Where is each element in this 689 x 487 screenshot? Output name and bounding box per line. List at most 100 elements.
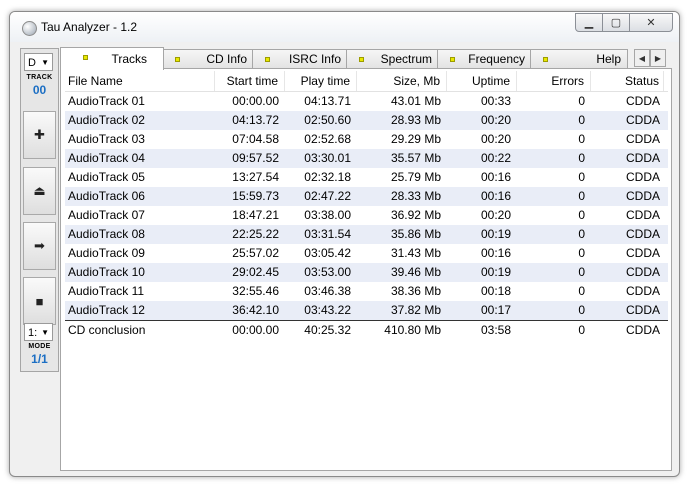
column-header-errors[interactable]: Errors: [517, 71, 591, 91]
arrow-right-icon: ▶: [654, 53, 662, 63]
table-row[interactable]: AudioTrack 06 15:59.73 02:47.22 28.33 Mb 00:…: [65, 187, 668, 206]
table-cell: 36:42.10: [232, 303, 279, 317]
tab-frequency[interactable]: Frequency: [437, 49, 532, 68]
table-cell: 0: [578, 246, 585, 260]
table-cell: 03:58: [480, 323, 511, 337]
mode-select[interactable]: 1: ▼: [24, 323, 53, 341]
table-row[interactable]: AudioTrack 05 13:27.54 02:32.18 25.79 Mb 00:…: [65, 168, 668, 187]
tab-label: ISRC Info: [288, 52, 341, 66]
table-cell: AudioTrack 04: [68, 151, 145, 165]
table-cell: 0: [578, 132, 585, 146]
column-header-start-time[interactable]: Start time: [215, 71, 285, 91]
table-row[interactable]: AudioTrack 01 00:00.00 04:13.71 43.01 Mb 00:…: [65, 92, 668, 111]
eject-button[interactable]: ⏏: [23, 167, 56, 215]
tab-bar: Tracks CD Info ISRC Info Spectrum Frequency H…: [60, 47, 672, 70]
table-cell: AudioTrack 09: [68, 246, 145, 260]
table-cell: 410.80 Mb: [384, 323, 441, 337]
tab-tracks[interactable]: Tracks: [60, 47, 164, 70]
table-cell: 03:38.00: [304, 208, 351, 222]
table-cell: 0: [578, 113, 585, 127]
column-header-file-name[interactable]: File Name: [65, 71, 215, 91]
column-header-uptime[interactable]: Uptime: [447, 71, 517, 91]
title-bar[interactable]: Tau Analyzer - 1.2 ▁ ▢ ✕: [10, 12, 679, 42]
minimize-button[interactable]: ▁: [575, 13, 603, 32]
table-cell: 0: [578, 208, 585, 222]
column-header-status[interactable]: Status: [591, 71, 664, 91]
table-cell: 0: [578, 170, 585, 184]
table-cell: AudioTrack 11: [68, 284, 145, 298]
tab-spectrum[interactable]: Spectrum: [346, 49, 439, 68]
tab-indicator-icon: [359, 57, 364, 62]
tab-isrc-info[interactable]: ISRC Info: [252, 49, 348, 68]
table-row[interactable]: AudioTrack 11 32:55.46 03:46.38 38.36 Mb 00:…: [65, 282, 668, 301]
chevron-down-icon: ▼: [41, 58, 49, 67]
table-cell: CDDA: [625, 189, 660, 203]
table-cell: 29:02.45: [232, 265, 279, 279]
table-row[interactable]: AudioTrack 09 25:57.02 03:05.42 31.43 Mb 00:…: [65, 244, 668, 263]
table-cell: 09:57.52: [232, 151, 279, 165]
forward-button[interactable]: ➡: [23, 222, 56, 270]
table-row[interactable]: AudioTrack 04 09:57.52 03:30.01 35.57 Mb 00:…: [65, 149, 668, 168]
table-cell: 0: [578, 265, 585, 279]
table-row[interactable]: AudioTrack 02 04:13.72 02:50.60 28.93 Mb 00:…: [65, 111, 668, 130]
table-cell: CDDA: [625, 94, 660, 108]
stop-button[interactable]: ■: [23, 277, 56, 325]
tab-label: Tracks: [111, 52, 147, 66]
table-cell: CDDA: [625, 227, 660, 241]
table-cell: 03:43.22: [304, 303, 351, 317]
table-cell: 00:19: [480, 227, 511, 241]
table-cell: CDDA: [625, 265, 660, 279]
table-cell: CDDA: [625, 208, 660, 222]
table-cell: 25:57.02: [232, 246, 279, 260]
mode-select-value: 1:: [28, 327, 38, 339]
table-cell: 0: [578, 227, 585, 241]
column-header-play-time[interactable]: Play time: [285, 71, 357, 91]
plus-icon: ✚: [34, 127, 45, 142]
table-header: File Name Start time Play time Size, Mb Upti…: [65, 71, 668, 92]
table-cell: 02:52.68: [304, 132, 351, 146]
tab-cd-info[interactable]: CD Info: [162, 49, 254, 68]
table-cell: 00:16: [480, 170, 511, 184]
table-cell: 07:04.58: [232, 132, 279, 146]
arrow-left-icon: ◀: [638, 53, 646, 63]
eject-icon: ⏏: [33, 183, 46, 198]
close-button[interactable]: ✕: [629, 13, 673, 32]
drive-select[interactable]: D ▼: [24, 53, 53, 71]
table-cell: 00:22: [480, 151, 511, 165]
table-cell: 0: [578, 151, 585, 165]
tab-label: Spectrum: [380, 52, 432, 66]
table-row[interactable]: AudioTrack 12 36:42.10 03:43.22 37.82 Mb 00:…: [65, 301, 668, 320]
tab-indicator-icon: [543, 57, 548, 62]
table-cell: 0: [578, 323, 585, 337]
table-cell: 03:31.54: [304, 227, 351, 241]
app-disc-icon: [22, 21, 37, 36]
tracks-table: File Name Start time Play time Size, Mb Upti…: [65, 71, 668, 340]
close-icon: ✕: [646, 17, 656, 29]
table-cell: 35.86 Mb: [390, 227, 441, 241]
maximize-button[interactable]: ▢: [602, 13, 630, 32]
tab-scroll-right-button[interactable]: ▶: [650, 49, 666, 67]
tab-help[interactable]: Help: [530, 49, 628, 68]
table-cell: 40:25.32: [304, 323, 351, 337]
tab-label: Frequency: [468, 52, 525, 66]
tab-scroll-left-button[interactable]: ◀: [634, 49, 650, 67]
summary-row[interactable]: CD conclusion 00:00.00 40:25.32 410.80 Mb 03…: [65, 320, 668, 340]
table-cell: CDDA: [625, 170, 660, 184]
table-row[interactable]: AudioTrack 10 29:02.45 03:53.00 39.46 Mb 00:…: [65, 263, 668, 282]
table-cell: 31.43 Mb: [390, 246, 441, 260]
table-cell: AudioTrack 03: [68, 132, 145, 146]
table-cell: 28.33 Mb: [390, 189, 441, 203]
table-cell: CD conclusion: [68, 323, 146, 337]
table-cell: 04:13.72: [232, 113, 279, 127]
mode-value: 1/1: [31, 352, 48, 366]
table-cell: 03:53.00: [304, 265, 351, 279]
add-button[interactable]: ✚: [23, 111, 56, 159]
table-cell: CDDA: [625, 323, 660, 337]
table-cell: AudioTrack 06: [68, 189, 145, 203]
table-cell: 04:13.71: [304, 94, 351, 108]
table-row[interactable]: AudioTrack 03 07:04.58 02:52.68 29.29 Mb 00:…: [65, 130, 668, 149]
table-cell: 15:59.73: [232, 189, 279, 203]
table-row[interactable]: AudioTrack 08 22:25.22 03:31.54 35.86 Mb 00:…: [65, 225, 668, 244]
column-header-size-mb[interactable]: Size, Mb: [357, 71, 447, 91]
table-row[interactable]: AudioTrack 07 18:47.21 03:38.00 36.92 Mb 00:…: [65, 206, 668, 225]
